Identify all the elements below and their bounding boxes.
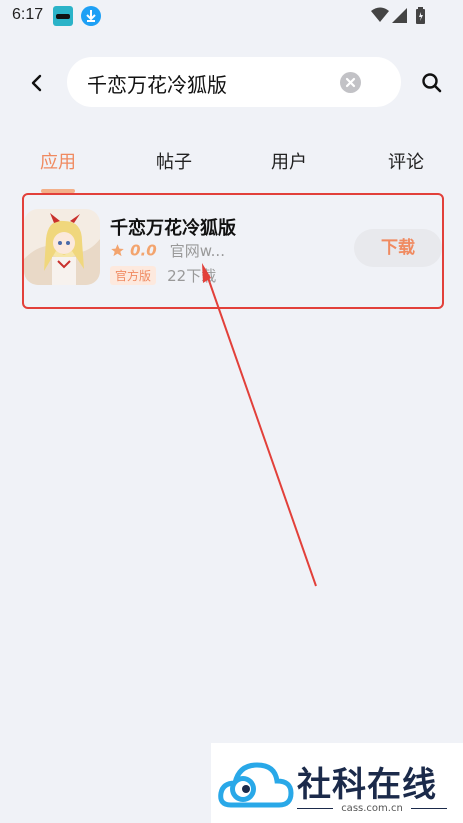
app-rating: 0.0 [130, 241, 157, 260]
watermark-title: 社科在线 [297, 765, 437, 805]
app-publisher: 官网w... [169, 242, 225, 260]
wifi-icon [371, 7, 389, 22]
meta-row: 官方版 22下载 [110, 265, 216, 287]
status-indicators [369, 6, 433, 26]
chevron-left-icon [31, 74, 42, 92]
watermark: 社科在线 cass.com.cn [211, 743, 463, 823]
tab-apps[interactable]: 应用 [40, 148, 76, 174]
official-badge: 官方版 [110, 266, 157, 285]
download-button[interactable]: 下载 [354, 229, 442, 267]
search-input[interactable]: 千恋万花冷狐版 [67, 57, 401, 107]
status-bar: 6:17 [0, 0, 463, 32]
app-name: 千恋万花冷狐版 [110, 218, 236, 239]
app-icon[interactable] [24, 209, 100, 285]
watermark-rule-right [411, 808, 447, 809]
tab-users[interactable]: 用户 [271, 148, 307, 174]
star-icon [111, 244, 124, 257]
rating-row: 0.0 官网w... [110, 240, 225, 262]
download-notification-icon [81, 6, 101, 26]
clear-search-button[interactable] [340, 72, 361, 93]
battery-icon [416, 7, 425, 24]
search-result-item[interactable]: 千恋万花冷狐版 0.0 官网w... 官方版 22下载 下载 [22, 193, 444, 309]
search-icon [422, 73, 442, 93]
back-button[interactable] [24, 70, 50, 96]
signal-icon [392, 8, 407, 23]
notification-app-icon [53, 6, 73, 26]
download-count: 22下载 [167, 267, 217, 285]
tab-comments[interactable]: 评论 [388, 148, 424, 174]
close-icon [345, 77, 356, 88]
search-button[interactable] [419, 70, 445, 96]
tab-posts[interactable]: 帖子 [156, 148, 192, 174]
tab-bar: 应用 帖子 用户 评论 [0, 148, 463, 188]
status-time: 6:17 [12, 6, 44, 23]
search-query[interactable]: 千恋万花冷狐版 [87, 69, 227, 98]
annotation-arrow [202, 263, 317, 587]
watermark-logo-icon [218, 762, 294, 808]
